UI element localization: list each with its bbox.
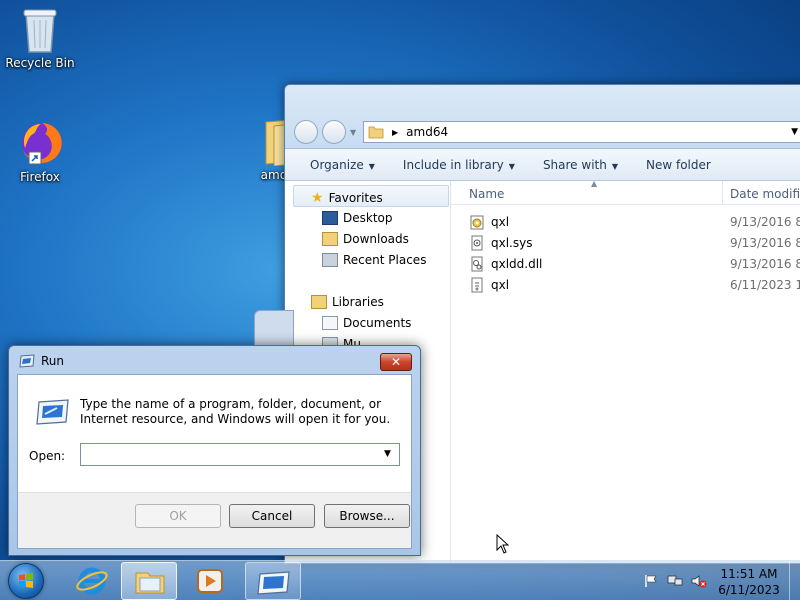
- taskbar-windows-explorer[interactable]: [121, 562, 177, 600]
- recent-places-icon: [322, 253, 338, 267]
- new-folder-button[interactable]: New folder: [646, 158, 711, 172]
- recycle-bin-icon: [23, 9, 57, 53]
- include-in-library-menu[interactable]: Include in library ▼: [403, 158, 515, 172]
- chevron-down-icon: ▼: [611, 161, 618, 171]
- ok-button[interactable]: OK: [135, 504, 221, 528]
- run-icon: [19, 354, 35, 368]
- dll-file-icon: [471, 256, 483, 272]
- taskbar-media-player[interactable]: [182, 562, 238, 600]
- nav-item-desktop[interactable]: Desktop: [322, 211, 393, 225]
- nav-item-downloads[interactable]: Downloads: [322, 232, 409, 246]
- address-bar[interactable]: ▶ amd64 ▼: [363, 121, 800, 143]
- show-desktop-button[interactable]: [789, 561, 800, 600]
- open-input[interactable]: [80, 443, 400, 466]
- run-button-bar: OK Cancel Browse...: [18, 492, 411, 548]
- background-window-fragment: [254, 310, 294, 350]
- desktop-icon: [322, 211, 338, 225]
- nav-item-documents[interactable]: Documents: [322, 316, 411, 330]
- windows-logo-icon: [19, 573, 33, 588]
- desktop-icon-label: Firefox: [20, 170, 60, 184]
- chevron-down-icon[interactable]: ▼: [791, 127, 798, 137]
- run-program-icon: [36, 399, 69, 425]
- nav-item-recent-places[interactable]: Recent Places: [322, 253, 426, 267]
- run-icon: [257, 571, 290, 595]
- taskbar-clock[interactable]: 11:51 AM 6/11/2023: [715, 566, 783, 598]
- system-file-icon: [471, 235, 483, 251]
- taskbar: 11:51 AM 6/11/2023: [0, 560, 800, 600]
- run-title: Run: [41, 354, 65, 368]
- libraries-icon: [311, 295, 327, 309]
- explorer-toolbar: Organize ▼ Include in library ▼ Share with…: [285, 149, 800, 181]
- folder-icon: [368, 126, 384, 139]
- setup-info-icon: [470, 215, 484, 230]
- run-body: Type the name of a program, folder, docu…: [17, 374, 412, 549]
- firefox-icon: [22, 123, 62, 165]
- file-row[interactable]: qxl 6/11/2023 11:: [469, 275, 800, 295]
- browse-button[interactable]: Browse...: [324, 504, 410, 528]
- internet-explorer-icon: [76, 567, 108, 595]
- nav-item-favorites[interactable]: ★ Favorites: [311, 190, 383, 206]
- taskbar-internet-explorer[interactable]: [64, 562, 120, 600]
- file-row[interactable]: qxl 9/13/2016 8:3: [469, 212, 800, 232]
- desktop-icon-label: Recycle Bin: [5, 56, 75, 70]
- network-icon[interactable]: [667, 574, 683, 588]
- action-center-flag-icon[interactable]: [643, 574, 659, 588]
- run-description: Type the name of a program, folder, docu…: [80, 397, 391, 426]
- column-header: ▲ Name Date modified: [451, 179, 800, 205]
- downloads-folder-icon: [322, 232, 338, 246]
- clock-time: 11:51 AM: [720, 567, 778, 581]
- desktop-icon-recycle-bin[interactable]: Recycle Bin: [2, 6, 78, 70]
- explorer-titlebar: ▼ ▶ amd64 ▼: [285, 85, 800, 149]
- close-button[interactable]: ✕: [380, 353, 412, 371]
- chevron-down-icon[interactable]: ▼: [384, 449, 391, 459]
- mouse-cursor-icon: [496, 534, 510, 554]
- cancel-button[interactable]: Cancel: [229, 504, 315, 528]
- column-name[interactable]: Name: [469, 187, 504, 201]
- taskbar-run[interactable]: [245, 562, 301, 600]
- address-text: amd64: [406, 125, 449, 139]
- open-label: Open:: [29, 449, 66, 463]
- start-button[interactable]: [8, 563, 44, 599]
- chevron-down-icon: ▼: [368, 161, 375, 171]
- file-row[interactable]: qxl.sys 9/13/2016 8:3: [469, 233, 800, 253]
- forward-button[interactable]: [322, 120, 346, 144]
- back-button[interactable]: [294, 120, 318, 144]
- security-catalog-icon: [471, 277, 483, 293]
- recent-pages-chevron-icon[interactable]: ▼: [350, 128, 356, 137]
- run-dialog: Run ✕ Type the name of a program, folder…: [8, 345, 421, 556]
- folder-icon: [135, 572, 165, 594]
- volume-muted-icon[interactable]: [691, 574, 707, 588]
- column-date-modified[interactable]: Date modified: [730, 187, 800, 201]
- desktop-icon-firefox[interactable]: Firefox: [2, 118, 78, 184]
- star-icon: ★: [311, 190, 324, 206]
- file-list: ▲ Name Date modified qxl 9/13/2016 8:3 q…: [451, 179, 800, 563]
- organize-menu[interactable]: Organize ▼: [310, 158, 375, 172]
- nav-item-libraries[interactable]: Libraries: [311, 295, 384, 309]
- breadcrumb-separator-icon: ▶: [392, 127, 399, 137]
- sort-ascending-icon: ▲: [591, 179, 598, 188]
- run-titlebar: Run: [19, 354, 64, 368]
- file-row[interactable]: qxldd.dll 9/13/2016 8:3: [469, 254, 800, 274]
- media-player-icon: [197, 569, 223, 593]
- clock-date: 6/11/2023: [718, 583, 780, 597]
- chevron-down-icon: ▼: [508, 161, 515, 171]
- share-with-menu[interactable]: Share with ▼: [543, 158, 618, 172]
- documents-icon: [322, 316, 338, 330]
